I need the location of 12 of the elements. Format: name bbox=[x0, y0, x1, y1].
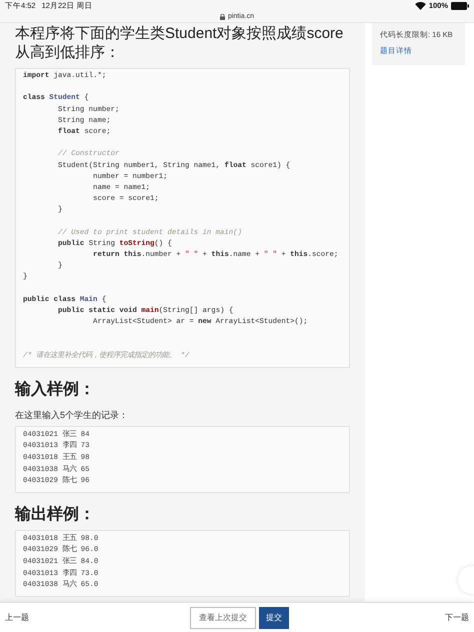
problem-heading: 从高到低排序： bbox=[15, 43, 120, 62]
view-last-submission-button[interactable]: 查看上次提交 bbox=[190, 606, 256, 628]
problem-heading: 本程序将下面的学生类Student对象按照成绩score bbox=[15, 24, 344, 43]
battery-icon bbox=[451, 2, 469, 10]
section-description: 在这里输入5个学生的记录： bbox=[15, 408, 128, 421]
next-link[interactable]: 下一题 bbox=[445, 612, 469, 624]
lock-icon bbox=[220, 14, 225, 20]
wifi-icon bbox=[414, 2, 426, 10]
section-heading: 输出样例： bbox=[15, 504, 95, 525]
submit-button[interactable]: 提交 bbox=[259, 606, 289, 628]
previous-link[interactable]: 上一题 bbox=[5, 612, 29, 624]
section-heading: 输入样例： bbox=[15, 380, 95, 400]
